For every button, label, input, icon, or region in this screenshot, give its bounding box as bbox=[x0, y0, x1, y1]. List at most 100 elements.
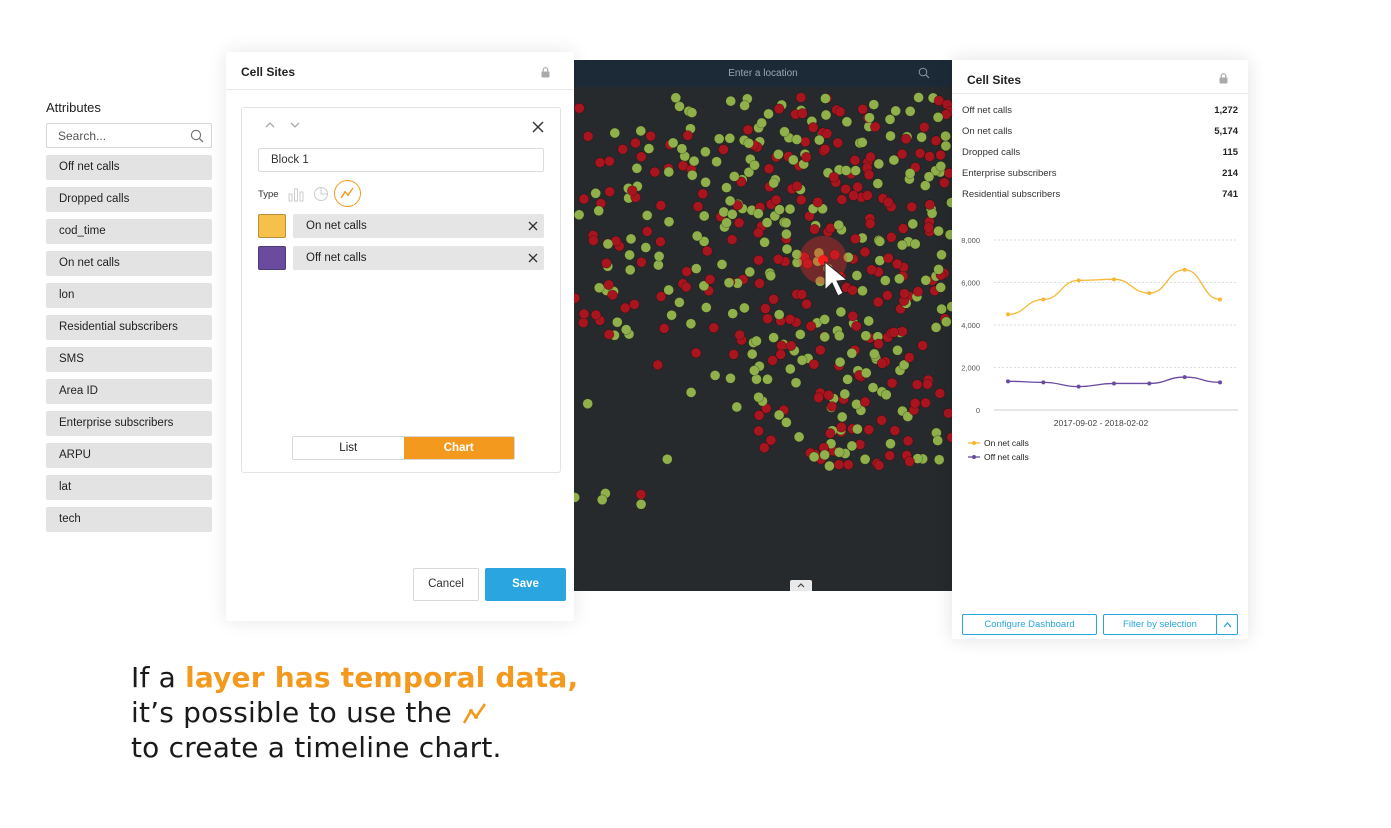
cell-site-marker[interactable] bbox=[723, 277, 735, 288]
cell-site-marker[interactable] bbox=[923, 222, 935, 233]
cell-site-marker[interactable] bbox=[721, 217, 732, 229]
cell-site-marker[interactable] bbox=[857, 285, 868, 297]
cell-site-marker[interactable] bbox=[652, 359, 664, 371]
list-tab[interactable]: List bbox=[293, 437, 404, 459]
cell-site-marker[interactable] bbox=[635, 151, 647, 162]
cell-site-marker[interactable] bbox=[619, 302, 631, 314]
save-button[interactable]: Save bbox=[485, 568, 566, 601]
cell-site-marker[interactable] bbox=[904, 105, 916, 117]
cell-site-marker[interactable] bbox=[862, 190, 873, 201]
location-search-input[interactable]: Enter a location bbox=[574, 68, 952, 79]
cell-site-marker[interactable] bbox=[611, 316, 623, 328]
filter-by-selection-button[interactable]: Filter by selection bbox=[1103, 614, 1217, 635]
cell-site-marker[interactable] bbox=[820, 93, 831, 104]
cell-site-marker[interactable] bbox=[739, 100, 750, 111]
cell-site-marker[interactable] bbox=[939, 177, 950, 188]
cell-site-marker[interactable] bbox=[593, 205, 605, 217]
data-point[interactable] bbox=[1112, 277, 1116, 282]
data-point[interactable] bbox=[1041, 380, 1046, 385]
cell-site-marker[interactable] bbox=[902, 435, 914, 447]
cell-site-marker[interactable] bbox=[727, 209, 738, 220]
cell-site-marker[interactable] bbox=[746, 348, 758, 360]
cell-site-marker[interactable] bbox=[780, 217, 792, 229]
cell-site-marker[interactable] bbox=[851, 320, 862, 332]
cell-site-marker[interactable] bbox=[753, 208, 764, 219]
cell-site-marker[interactable] bbox=[926, 208, 938, 219]
cell-site-marker[interactable] bbox=[919, 180, 931, 191]
cell-site-marker[interactable] bbox=[850, 165, 861, 176]
search-icon[interactable] bbox=[918, 67, 930, 79]
cell-site-marker[interactable] bbox=[879, 275, 891, 286]
cell-site-marker[interactable] bbox=[728, 349, 739, 360]
cell-site-marker[interactable] bbox=[882, 197, 894, 208]
cell-site-marker[interactable] bbox=[653, 251, 665, 262]
cell-site-marker[interactable] bbox=[676, 143, 688, 155]
cell-site-marker[interactable] bbox=[791, 180, 803, 192]
cell-site-marker[interactable] bbox=[852, 423, 863, 435]
cell-site-marker[interactable] bbox=[819, 314, 830, 325]
cell-site-marker[interactable] bbox=[588, 235, 599, 246]
cell-site-marker[interactable] bbox=[636, 256, 647, 268]
cell-site-marker[interactable] bbox=[640, 242, 652, 253]
cell-site-marker[interactable] bbox=[907, 218, 919, 230]
cell-site-marker[interactable] bbox=[904, 168, 916, 179]
cell-site-marker[interactable] bbox=[813, 392, 824, 404]
cell-site-marker[interactable] bbox=[744, 266, 756, 278]
lock-icon[interactable] bbox=[541, 67, 550, 78]
cell-site-marker[interactable] bbox=[663, 216, 675, 227]
cell-site-marker[interactable] bbox=[933, 454, 945, 466]
cell-site-marker[interactable] bbox=[590, 309, 602, 321]
attribute-item[interactable]: Residential subscribers bbox=[46, 315, 212, 340]
cell-site-marker[interactable] bbox=[635, 498, 647, 510]
cell-site-marker[interactable] bbox=[836, 411, 848, 423]
cell-site-marker[interactable] bbox=[807, 122, 819, 133]
cell-site-marker[interactable] bbox=[859, 453, 871, 465]
cell-site-marker[interactable] bbox=[685, 318, 697, 329]
pie-chart-icon[interactable] bbox=[312, 185, 330, 203]
cell-site-marker[interactable] bbox=[833, 459, 845, 470]
cell-site-marker[interactable] bbox=[785, 340, 797, 352]
cell-site-marker[interactable] bbox=[932, 435, 944, 446]
cell-site-marker[interactable] bbox=[934, 388, 946, 399]
cell-site-marker[interactable] bbox=[796, 289, 808, 300]
cell-site-marker[interactable] bbox=[883, 252, 894, 264]
data-point[interactable] bbox=[1182, 267, 1187, 272]
cell-site-marker[interactable] bbox=[849, 233, 861, 245]
cell-site-marker[interactable] bbox=[823, 389, 834, 401]
cell-site-marker[interactable] bbox=[904, 456, 915, 467]
cell-site-marker[interactable] bbox=[940, 140, 952, 152]
cell-site-marker[interactable] bbox=[896, 239, 908, 251]
cell-site-marker[interactable] bbox=[815, 344, 826, 356]
cell-site-marker[interactable] bbox=[603, 329, 615, 340]
cell-site-marker[interactable] bbox=[645, 130, 656, 142]
cell-site-marker[interactable] bbox=[765, 270, 776, 281]
cell-site-marker[interactable] bbox=[872, 296, 884, 308]
cell-site-marker[interactable] bbox=[658, 323, 670, 334]
attribute-item[interactable]: ARPU bbox=[46, 443, 212, 468]
cell-site-marker[interactable] bbox=[688, 155, 700, 167]
cell-site-marker[interactable] bbox=[909, 238, 921, 250]
cell-site-marker[interactable] bbox=[775, 349, 786, 360]
cell-site-marker[interactable] bbox=[609, 127, 621, 139]
cell-site-marker[interactable] bbox=[773, 149, 784, 160]
cell-site-marker[interactable] bbox=[897, 223, 909, 234]
series-item[interactable]: On net calls bbox=[293, 214, 544, 238]
cell-site-marker[interactable] bbox=[578, 193, 590, 205]
cell-site-marker[interactable] bbox=[882, 290, 893, 301]
cell-site-marker[interactable] bbox=[917, 340, 928, 351]
cell-site-marker[interactable] bbox=[725, 95, 736, 107]
data-point[interactable] bbox=[1076, 278, 1081, 283]
cell-site-marker[interactable] bbox=[743, 137, 754, 149]
cell-site-marker[interactable] bbox=[860, 367, 872, 379]
cell-site-marker[interactable] bbox=[892, 344, 903, 356]
cell-site-marker[interactable] bbox=[859, 246, 871, 258]
cell-site-marker[interactable] bbox=[923, 171, 935, 182]
close-icon[interactable] bbox=[532, 121, 544, 133]
cell-site-marker[interactable] bbox=[753, 391, 764, 403]
cell-site-marker[interactable] bbox=[828, 171, 840, 183]
cell-site-marker[interactable] bbox=[574, 492, 580, 503]
cell-site-marker[interactable] bbox=[734, 329, 745, 341]
cell-site-marker[interactable] bbox=[582, 130, 594, 142]
cell-site-marker[interactable] bbox=[873, 460, 885, 471]
cell-site-marker[interactable] bbox=[739, 302, 750, 314]
